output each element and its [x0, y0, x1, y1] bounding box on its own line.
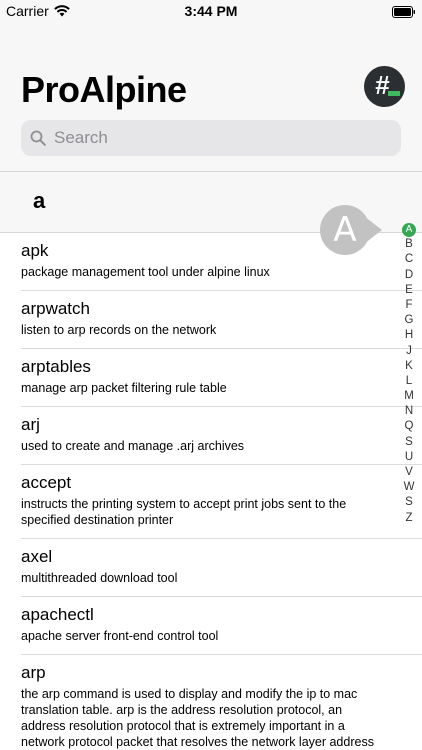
index-bubble-letter: A [333, 210, 357, 250]
header: Carrier 3:44 PM ProAlpine # Search [0, 0, 422, 172]
index-letter[interactable]: Z [398, 511, 420, 526]
index-letter[interactable]: Q [398, 419, 420, 434]
index-letter[interactable]: B [398, 237, 420, 252]
command-name: arj [21, 415, 40, 434]
command-description: package management tool under alpine lin… [21, 265, 270, 279]
app-screen: Carrier 3:44 PM ProAlpine # Search a apk… [0, 0, 422, 750]
list-item[interactable]: arj used to create and manage .arj archi… [0, 407, 422, 465]
list-item[interactable]: arptables manage arp packet filtering ru… [0, 349, 422, 407]
command-description: apache server front-end control tool [21, 629, 219, 643]
search-input[interactable]: Search [21, 120, 401, 156]
index-letter[interactable]: A [398, 222, 420, 237]
command-description: manage arp packet filtering rule table [21, 381, 227, 395]
list-item[interactable]: arpwatch listen to arp records on the ne… [0, 291, 422, 349]
search-placeholder: Search [54, 128, 108, 147]
index-letter[interactable]: V [398, 465, 420, 480]
index-letter[interactable]: W [398, 480, 420, 495]
section-index[interactable]: A B C D E F G H J K L M N Q S U V W S Z [398, 222, 420, 526]
command-list: apk package management tool under alpine… [0, 233, 422, 750]
index-letter[interactable]: S [398, 435, 420, 450]
command-name: apachectl [21, 605, 94, 624]
command-description: the arp command is used to display and m… [21, 687, 374, 749]
command-description: listen to arp records on the network [21, 323, 217, 337]
command-name: axel [21, 547, 53, 566]
cursor-underscore [388, 91, 400, 96]
index-letter[interactable]: F [398, 298, 420, 313]
index-letter[interactable]: M [398, 389, 420, 404]
command-description: used to create and manage .arj archives [21, 439, 245, 453]
index-bubble-pointer [360, 213, 382, 247]
index-letter[interactable]: L [398, 374, 420, 389]
command-description: instructs the printing system to accept … [21, 497, 347, 527]
index-letter[interactable]: C [398, 252, 420, 267]
status-time: 3:44 PM [184, 3, 238, 19]
command-name: arptables [21, 357, 91, 376]
section-header-letter: a [33, 188, 46, 213]
list-item[interactable]: apachectl apache server front-end contro… [0, 597, 422, 655]
list-item[interactable]: accept instructs the printing system to … [0, 465, 422, 539]
terminal-hash-button[interactable]: # [364, 66, 405, 107]
list-item[interactable]: arp the arp command is used to display a… [0, 655, 422, 750]
index-letter[interactable]: D [398, 268, 420, 283]
index-letter[interactable]: S [398, 495, 420, 510]
index-letter[interactable]: N [398, 404, 420, 419]
index-letter[interactable]: U [398, 450, 420, 465]
index-letter[interactable]: H [398, 328, 420, 343]
status-bar: Carrier 3:44 PM [0, 0, 422, 22]
search-icon [30, 130, 46, 146]
list-item[interactable]: axel multithreaded download tool [0, 539, 422, 597]
index-letter[interactable]: E [398, 283, 420, 298]
battery-icon [392, 5, 415, 18]
index-letter[interactable]: J [398, 344, 420, 359]
command-description: multithreaded download tool [21, 571, 178, 585]
index-letter[interactable]: K [398, 359, 420, 374]
command-name: accept [21, 473, 72, 492]
index-letter[interactable]: G [398, 313, 420, 328]
page-title: ProAlpine [21, 69, 187, 110]
command-name: arpwatch [21, 299, 90, 318]
command-name: arp [21, 663, 46, 682]
